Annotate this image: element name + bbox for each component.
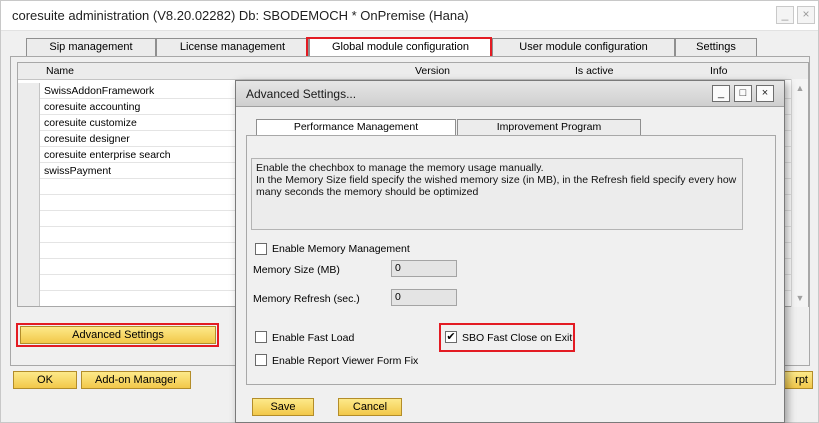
enable-memory-management-label: Enable Memory Management bbox=[272, 243, 410, 255]
enable-memory-management-checkbox[interactable] bbox=[255, 243, 267, 255]
module-name: coresuite designer bbox=[44, 133, 130, 145]
grid-header: Name Version Is active Info bbox=[18, 63, 808, 80]
dialog-close-button[interactable]: × bbox=[756, 85, 774, 102]
enable-fast-load-label: Enable Fast Load bbox=[272, 332, 355, 344]
rpt-button[interactable]: rpt bbox=[783, 371, 813, 389]
info-line: many seconds the memory should be optimi… bbox=[256, 186, 479, 198]
dialog-title: Advanced Settings... bbox=[246, 87, 357, 101]
report-viewer-fix-checkbox[interactable] bbox=[255, 354, 267, 366]
ok-button[interactable]: OK bbox=[13, 371, 77, 389]
highlight-advanced-settings bbox=[16, 323, 219, 347]
row-selector[interactable] bbox=[18, 99, 40, 115]
module-name: coresuite enterprise search bbox=[44, 149, 171, 161]
memory-size-field[interactable]: 0 bbox=[391, 260, 457, 277]
grid-scrollbar[interactable]: ▲ ▼ bbox=[791, 79, 808, 307]
row-selector bbox=[18, 259, 40, 275]
row-selector[interactable] bbox=[18, 163, 40, 179]
memory-size-label: Memory Size (MB) bbox=[253, 264, 340, 276]
tab-performance-management[interactable]: Performance Management bbox=[256, 119, 456, 136]
row-selector bbox=[18, 195, 40, 211]
row-selector bbox=[18, 275, 40, 291]
dialog-title-bar: Advanced Settings... _ □ × bbox=[236, 81, 784, 107]
row-selector bbox=[18, 227, 40, 243]
tab-settings[interactable]: Settings bbox=[675, 38, 757, 57]
window-title: coresuite administration (V8.20.02282) D… bbox=[12, 8, 469, 23]
tab-user-module-configuration[interactable]: User module configuration bbox=[492, 38, 675, 57]
column-version[interactable]: Version bbox=[415, 65, 450, 77]
memory-refresh-label: Memory Refresh (sec.) bbox=[253, 293, 360, 305]
row-selector[interactable] bbox=[18, 131, 40, 147]
info-box: Enable the chechbox to manage the memory… bbox=[251, 158, 743, 230]
tab-license-management[interactable]: License management bbox=[156, 38, 309, 57]
title-bar: coresuite administration (V8.20.02282) D… bbox=[1, 1, 818, 31]
row-selector bbox=[18, 243, 40, 259]
info-line: Enable the chechbox to manage the memory… bbox=[256, 162, 544, 174]
column-is-active[interactable]: Is active bbox=[575, 65, 614, 77]
addon-manager-button[interactable]: Add-on Manager bbox=[81, 371, 191, 389]
column-name[interactable]: Name bbox=[46, 65, 74, 77]
info-line: In the Memory Size field specify the wis… bbox=[256, 174, 737, 186]
minimize-button[interactable]: _ bbox=[776, 6, 794, 24]
row-selector bbox=[18, 179, 40, 195]
highlight-sbo-fast-close bbox=[439, 323, 575, 352]
module-name: coresuite customize bbox=[44, 117, 137, 129]
dialog-minimize-button[interactable]: _ bbox=[712, 85, 730, 102]
dialog-maximize-button[interactable]: □ bbox=[734, 85, 752, 102]
enable-fast-load-checkbox[interactable] bbox=[255, 331, 267, 343]
tab-improvement-program[interactable]: Improvement Program bbox=[457, 119, 641, 136]
module-name: coresuite accounting bbox=[44, 101, 141, 113]
row-selector[interactable] bbox=[18, 147, 40, 163]
advanced-settings-dialog: Advanced Settings... _ □ × Performance M… bbox=[235, 80, 785, 423]
row-selector[interactable] bbox=[18, 83, 40, 99]
save-button[interactable]: Save bbox=[252, 398, 314, 416]
module-name: swissPayment bbox=[44, 165, 112, 177]
cancel-button[interactable]: Cancel bbox=[338, 398, 402, 416]
scroll-down-icon[interactable]: ▼ bbox=[794, 293, 806, 303]
tab-sip-management[interactable]: Sip management bbox=[26, 38, 156, 57]
scroll-up-icon[interactable]: ▲ bbox=[794, 83, 806, 93]
column-info[interactable]: Info bbox=[710, 65, 728, 77]
close-button[interactable]: × bbox=[797, 6, 815, 24]
module-name: SwissAddonFramework bbox=[44, 85, 155, 97]
row-selector bbox=[18, 211, 40, 227]
memory-refresh-field[interactable]: 0 bbox=[391, 289, 457, 306]
row-selector bbox=[18, 291, 40, 306]
row-selector[interactable] bbox=[18, 115, 40, 131]
report-viewer-fix-label: Enable Report Viewer Form Fix bbox=[272, 355, 419, 367]
